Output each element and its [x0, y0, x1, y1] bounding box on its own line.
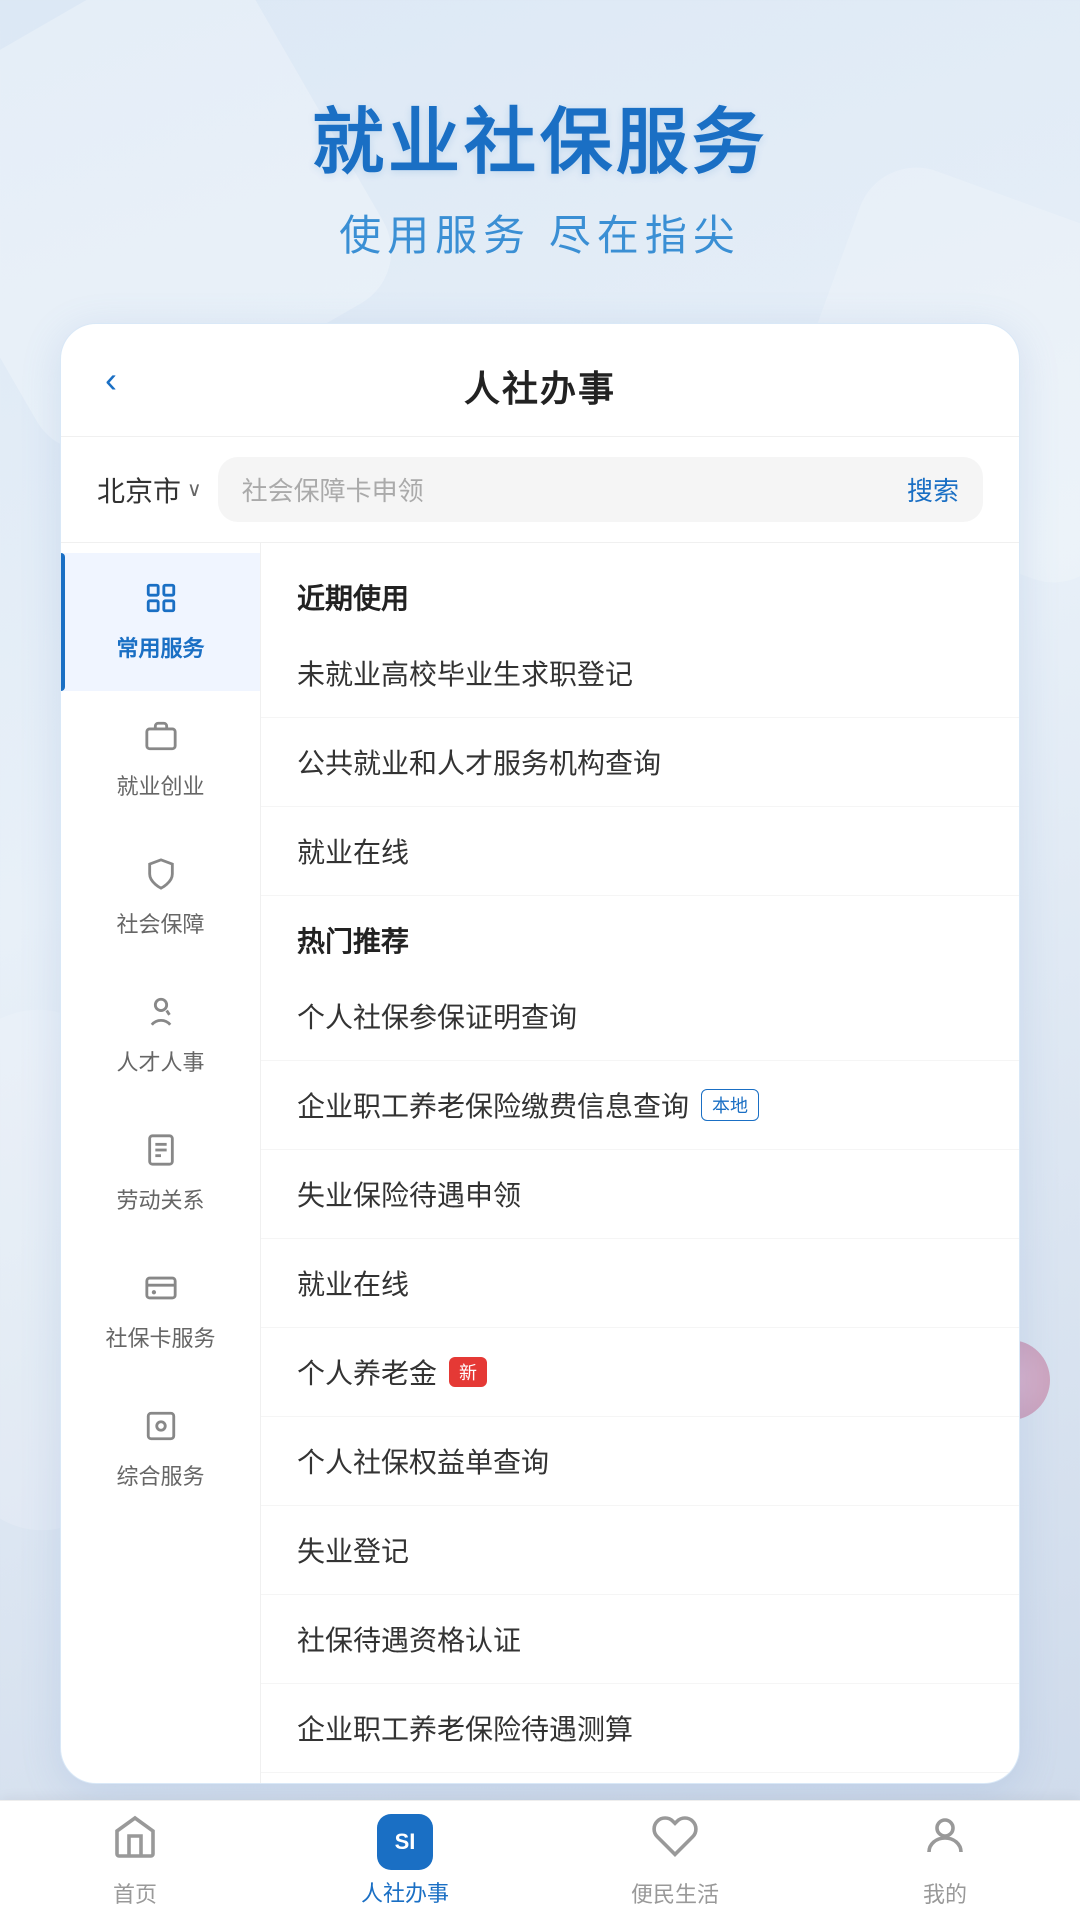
list-item[interactable]: 失业保险待遇申领 — [261, 1150, 1019, 1239]
grid2-icon — [144, 1409, 178, 1451]
nav-item-rsaffairs[interactable]: SI 人社办事 — [270, 1814, 540, 1908]
item-text: 个人养老金 新 — [297, 1352, 487, 1392]
list-item[interactable]: 失业登记 — [261, 1506, 1019, 1595]
hero-subtitle: 使用服务 尽在指尖 — [0, 202, 1080, 263]
list-item[interactable]: 就业在线 — [261, 1239, 1019, 1328]
sidebar-label-card: 社保卡服务 — [105, 1321, 215, 1353]
item-text: 公共就业和人才服务机构查询 — [297, 742, 661, 782]
content-area: 近期使用 未就业高校毕业生求职登记 公共就业和人才服务机构查询 就业在线 热门推… — [261, 543, 1019, 1783]
page-title: 人社办事 — [464, 360, 616, 412]
card-body: 常用服务 就业创业 社会保障 — [61, 543, 1019, 1783]
list-item[interactable]: 公共就业和人才服务机构查询 — [261, 718, 1019, 807]
person-icon — [921, 1812, 969, 1871]
nav-label-life: 便民生活 — [631, 1877, 719, 1909]
search-box: 社会保障卡申领 搜索 — [218, 457, 983, 522]
section-header-recent: 近期使用 — [261, 553, 1019, 629]
item-text: 就业在线 — [297, 1263, 409, 1303]
shield-icon — [144, 857, 178, 899]
chevron-down-icon: ∨ — [187, 477, 202, 502]
nav-label-home: 首页 — [113, 1877, 157, 1909]
sidebar-label-labor: 劳动关系 — [116, 1183, 204, 1215]
card-header: ‹ 人社办事 — [61, 324, 1019, 437]
sidebar-label-general: 综合服务 — [116, 1459, 204, 1491]
sidebar-item-general[interactable]: 综合服务 — [61, 1381, 260, 1519]
city-selector[interactable]: 北京市 ∨ — [97, 470, 202, 510]
item-text: 企业职工养老保险待遇测算 — [297, 1708, 633, 1748]
list-item[interactable]: 个人社保参保证明查询 — [261, 972, 1019, 1061]
sidebar: 常用服务 就业创业 社会保障 — [61, 543, 261, 1783]
list-item[interactable]: 社保待遇资格认证 — [261, 1595, 1019, 1684]
heart-icon — [651, 1812, 699, 1871]
document-icon — [144, 1133, 178, 1175]
item-text: 个人社保参保证明查询 — [297, 996, 577, 1036]
nav-item-mine[interactable]: 我的 — [810, 1812, 1080, 1909]
item-text: 就业在线 — [297, 831, 409, 871]
hero-section: 就业社保服务 使用服务 尽在指尖 — [0, 0, 1080, 303]
sidebar-item-common[interactable]: 常用服务 — [61, 553, 260, 691]
back-button[interactable]: ‹ — [97, 351, 125, 409]
search-row: 北京市 ∨ 社会保障卡申领 搜索 — [61, 437, 1019, 543]
si-icon: SI — [377, 1814, 433, 1870]
sidebar-label-employment: 就业创业 — [116, 769, 204, 801]
sidebar-label-talent: 人才人事 — [116, 1045, 204, 1077]
list-item[interactable]: 个人社保权益单查询 — [261, 1417, 1019, 1506]
sidebar-label-common: 常用服务 — [116, 631, 204, 663]
item-text: 个人社保权益单查询 — [297, 1441, 549, 1481]
home-icon — [111, 1812, 159, 1871]
card-icon — [144, 1271, 178, 1313]
bottom-nav: 首页 SI 人社办事 便民生活 我的 — [0, 1800, 1080, 1920]
sidebar-item-labor[interactable]: 劳动关系 — [61, 1105, 260, 1243]
item-text: 失业保险待遇申领 — [297, 1174, 521, 1214]
app-card: ‹ 人社办事 北京市 ∨ 社会保障卡申领 搜索 常用服务 — [60, 323, 1020, 1784]
nav-item-life[interactable]: 便民生活 — [540, 1812, 810, 1909]
city-label: 北京市 — [97, 470, 181, 510]
item-text: 未就业高校毕业生求职登记 — [297, 653, 633, 693]
grid-icon — [144, 581, 178, 623]
list-item[interactable]: 就业在线 — [261, 807, 1019, 896]
badge-new: 新 — [449, 1357, 487, 1387]
section-header-hot: 热门推荐 — [261, 896, 1019, 972]
nav-label-mine: 我的 — [923, 1877, 967, 1909]
list-item[interactable]: 企业职工养老保险待遇测算 — [261, 1684, 1019, 1773]
list-item[interactable]: 企业职工养老保险缴费信息查询 本地 — [261, 1061, 1019, 1150]
item-text: 企业职工养老保险缴费信息查询 本地 — [297, 1085, 759, 1125]
briefcase-icon — [144, 719, 178, 761]
list-item[interactable]: 未就业高校毕业生求职登记 — [261, 629, 1019, 718]
hero-title: 就业社保服务 — [0, 100, 1080, 186]
person-talent-icon — [144, 995, 178, 1037]
sidebar-item-social-security[interactable]: 社会保障 — [61, 829, 260, 967]
nav-item-home[interactable]: 首页 — [0, 1812, 270, 1909]
nav-label-rsaffairs: 人社办事 — [361, 1876, 449, 1908]
search-placeholder: 社会保障卡申领 — [242, 471, 895, 508]
badge-local: 本地 — [701, 1089, 759, 1121]
sidebar-item-talent[interactable]: 人才人事 — [61, 967, 260, 1105]
item-text: 失业登记 — [297, 1530, 409, 1570]
list-item[interactable]: 个人养老金 新 — [261, 1328, 1019, 1417]
sidebar-item-employment[interactable]: 就业创业 — [61, 691, 260, 829]
search-button[interactable]: 搜索 — [907, 471, 959, 508]
item-text: 社保待遇资格认证 — [297, 1619, 521, 1659]
sidebar-item-card-service[interactable]: 社保卡服务 — [61, 1243, 260, 1381]
sidebar-label-social: 社会保障 — [116, 907, 204, 939]
